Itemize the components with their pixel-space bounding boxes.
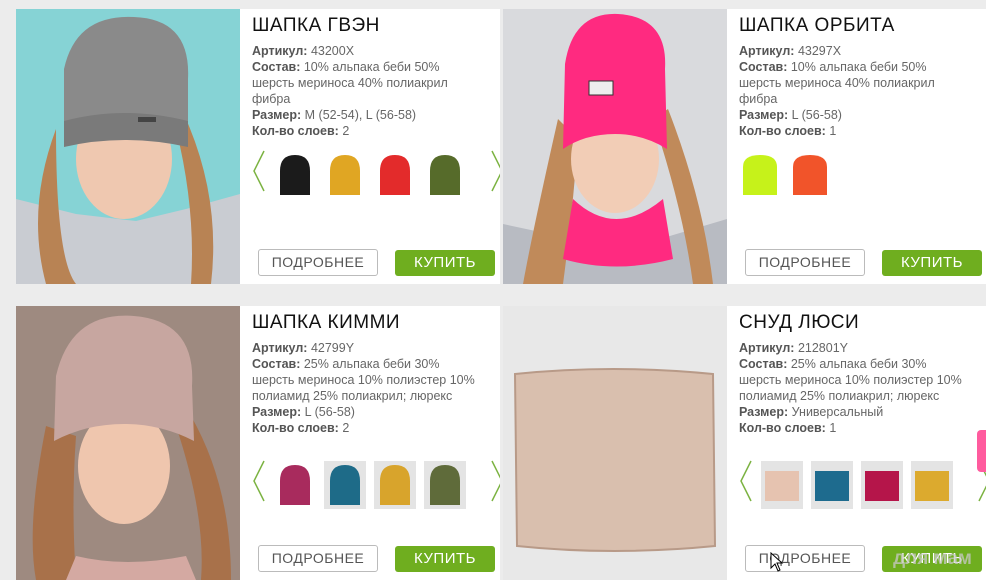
article-value: 43200X [310, 44, 355, 58]
product-photo[interactable] [16, 306, 240, 580]
size-value: Универсальный [791, 405, 884, 419]
composition-label: Состав: [739, 60, 788, 74]
size-label: Размер: [252, 405, 302, 419]
color-swatch-olive[interactable] [424, 151, 466, 199]
size-label: Размер: [739, 108, 789, 122]
size-value: L (56-58) [304, 405, 355, 419]
product-specs: Артикул: 43200X Состав: 10% альпака беби… [252, 43, 482, 139]
composition-label: Состав: [252, 357, 301, 371]
article-label: Артикул: [252, 44, 308, 58]
carousel-prev-arrow-icon[interactable] [739, 459, 753, 503]
product-title: ШАПКА ГВЭН [252, 15, 380, 36]
layers-value: 2 [342, 421, 350, 435]
color-carousel [739, 459, 986, 509]
composition-label: Состав: [252, 60, 301, 74]
composition-label: Состав: [739, 357, 788, 371]
side-tab[interactable] [977, 430, 986, 472]
color-swatch-mustard[interactable] [911, 461, 953, 509]
article-value: 212801Y [797, 341, 848, 355]
carousel-next-arrow-icon[interactable] [490, 459, 500, 503]
product-card-gven: ШАПКА ГВЭН Артикул: 43200X Состав: 10% а… [16, 9, 500, 284]
size-value: M (52-54), L (56-58) [304, 108, 417, 122]
color-swatch-mustard[interactable] [374, 461, 416, 509]
layers-label: Кол-во слоев: [739, 124, 826, 138]
article-label: Артикул: [739, 44, 795, 58]
product-title: СНУД ЛЮСИ [739, 312, 860, 333]
color-carousel [252, 459, 500, 509]
color-carousel [739, 149, 986, 199]
product-photo[interactable] [16, 9, 240, 284]
layers-value: 1 [829, 124, 837, 138]
product-specs: Артикул: 43297X Состав: 10% альпака беби… [739, 43, 969, 139]
buy-button[interactable]: КУПИТЬ [882, 250, 982, 276]
watermark-logo: для мам [893, 548, 972, 569]
color-swatch-raspberry[interactable] [861, 461, 903, 509]
article-value: 43297X [797, 44, 842, 58]
color-swatch-orange[interactable] [789, 151, 831, 199]
product-photo[interactable] [503, 9, 727, 284]
product-specs: Артикул: 212801Y Состав: 25% альпака беб… [739, 340, 969, 436]
details-button[interactable]: ПОДРОБНЕЕ [745, 249, 865, 276]
layers-label: Кол-во слоев: [739, 421, 826, 435]
mouse-cursor-icon [770, 552, 784, 572]
product-card-lyusi: СНУД ЛЮСИ Артикул: 212801Y Состав: 25% а… [503, 306, 986, 580]
color-swatch-red[interactable] [374, 151, 416, 199]
product-specs: Артикул: 42799Y Состав: 25% альпака беби… [252, 340, 482, 436]
product-title: ШАПКА КИММИ [252, 312, 401, 333]
color-swatch-olive[interactable] [424, 461, 466, 509]
layers-label: Кол-во слоев: [252, 421, 339, 435]
details-button[interactable]: ПОДРОБНЕЕ [258, 545, 378, 572]
details-button[interactable]: ПОДРОБНЕЕ [745, 545, 865, 572]
color-swatch-black[interactable] [274, 151, 316, 199]
details-button[interactable]: ПОДРОБНЕЕ [258, 249, 378, 276]
layers-value: 1 [829, 421, 837, 435]
size-label: Размер: [252, 108, 302, 122]
size-value: L (56-58) [791, 108, 842, 122]
carousel-prev-arrow-icon[interactable] [252, 149, 266, 193]
carousel-prev-arrow-icon[interactable] [252, 459, 266, 503]
article-value: 42799Y [310, 341, 355, 355]
size-label: Размер: [739, 405, 789, 419]
color-swatch-lime[interactable] [739, 151, 781, 199]
color-swatch-teal[interactable] [811, 461, 853, 509]
product-photo[interactable] [503, 306, 727, 580]
color-carousel [252, 149, 500, 199]
product-card-kimmi: ШАПКА КИММИ Артикул: 42799Y Состав: 25% … [16, 306, 500, 580]
buy-button[interactable]: КУПИТЬ [395, 250, 495, 276]
layers-label: Кол-во слоев: [252, 124, 339, 138]
color-swatch-beige[interactable] [761, 461, 803, 509]
layers-value: 2 [342, 124, 350, 138]
product-card-orbita: ШАПКА ОРБИТА Артикул: 43297X Состав: 10%… [503, 9, 986, 284]
color-swatch-berry[interactable] [274, 461, 316, 509]
product-title: ШАПКА ОРБИТА [739, 15, 895, 36]
buy-button[interactable]: КУПИТЬ [395, 546, 495, 572]
color-swatch-teal[interactable] [324, 461, 366, 509]
article-label: Артикул: [252, 341, 308, 355]
article-label: Артикул: [739, 341, 795, 355]
carousel-next-arrow-icon[interactable] [490, 149, 500, 193]
color-swatch-mustard[interactable] [324, 151, 366, 199]
